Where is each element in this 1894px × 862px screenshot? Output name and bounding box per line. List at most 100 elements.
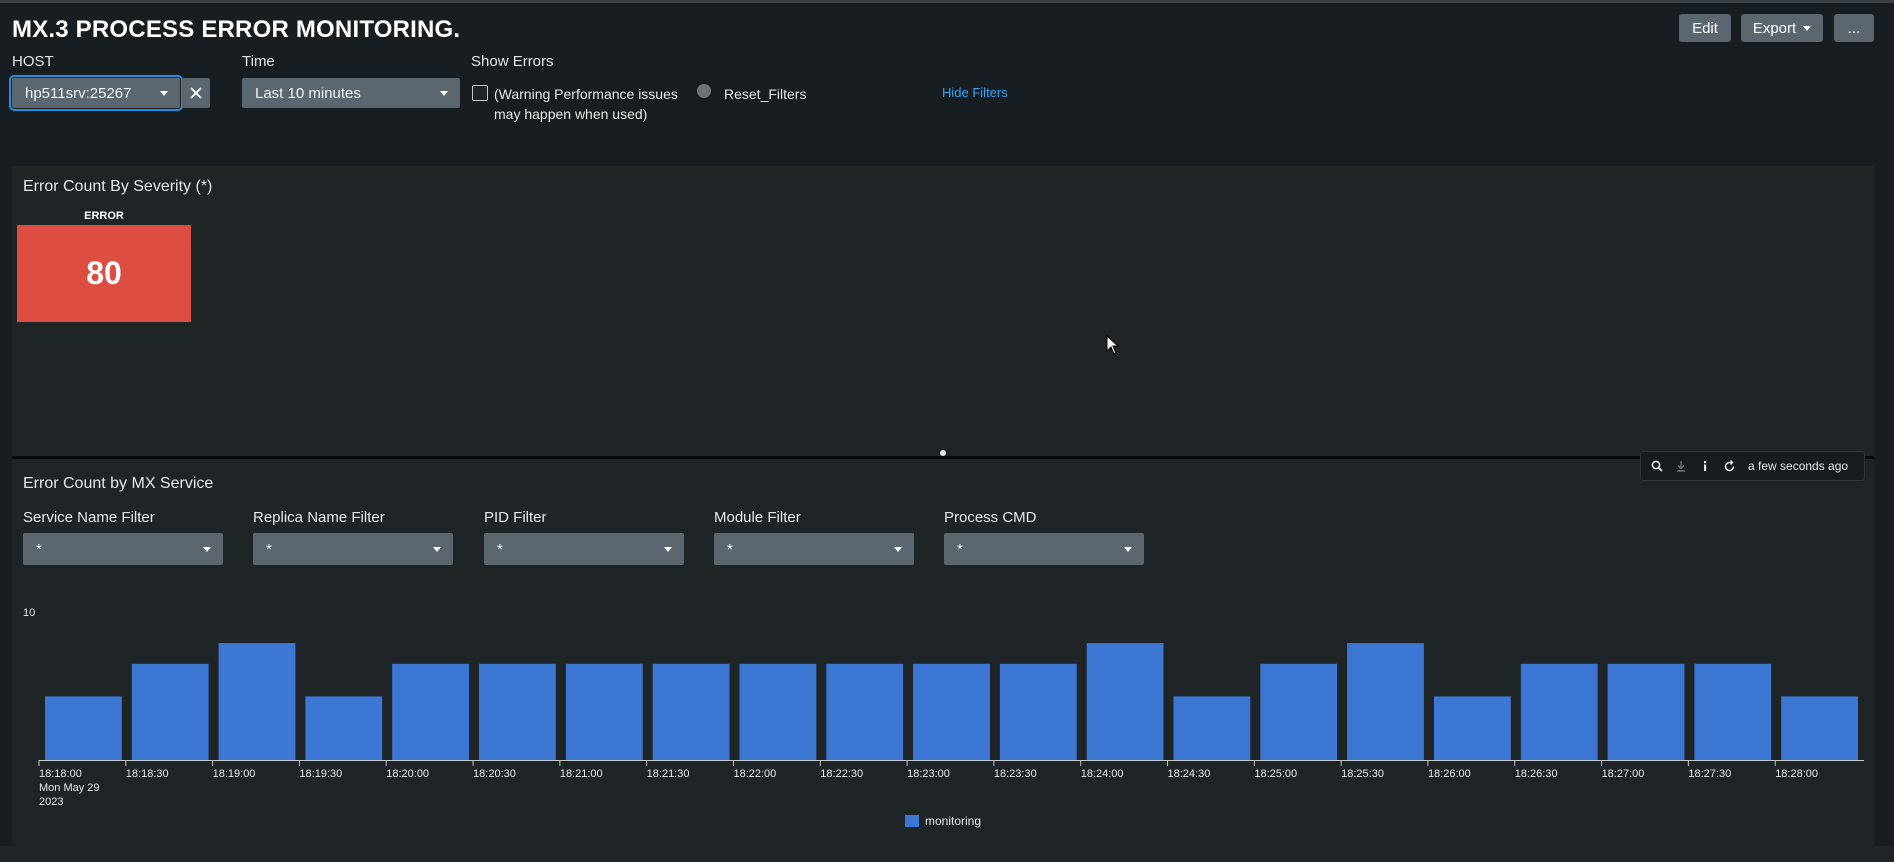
- chart-bar[interactable]: [1260, 663, 1338, 760]
- chart-bar[interactable]: [45, 696, 122, 760]
- chart-bar[interactable]: [1086, 643, 1164, 760]
- host-filter-label: HOST: [12, 53, 54, 70]
- replica-name-filter-dropdown[interactable]: *: [253, 533, 453, 565]
- edit-button[interactable]: Edit: [1679, 14, 1731, 42]
- chart-bar[interactable]: [739, 663, 817, 760]
- x-tick-label: 18:19:00: [213, 768, 256, 780]
- export-button-label: Export: [1752, 19, 1797, 37]
- module-filter-label: Module Filter: [714, 509, 801, 526]
- top-border: [0, 0, 1894, 3]
- host-clear-button[interactable]: [182, 78, 210, 108]
- severity-count-tile[interactable]: 80: [17, 225, 191, 322]
- chart-bar[interactable]: [1607, 663, 1685, 760]
- pid-filter-label: PID Filter: [484, 509, 547, 526]
- x-tick-label: 18:19:30: [299, 768, 342, 780]
- x-tick-label: 18:21:00: [560, 768, 603, 780]
- show-errors-option-text: (Warning Performance issues may happen w…: [494, 84, 678, 124]
- show-errors-label: Show Errors: [471, 53, 554, 70]
- x-tick-label: 18:27:00: [1602, 768, 1645, 780]
- show-errors-checkbox[interactable]: [472, 85, 488, 101]
- chart-bar[interactable]: [392, 663, 469, 760]
- chart-bar[interactable]: [1694, 663, 1772, 760]
- chart-bar[interactable]: [131, 663, 209, 760]
- replica-name-filter-label: Replica Name Filter: [253, 509, 385, 526]
- process-cmd-filter-label: Process CMD: [944, 509, 1037, 526]
- pid-filter-dropdown[interactable]: *: [484, 533, 684, 565]
- caret-down-icon: [1803, 25, 1812, 31]
- x-tick-label: 18:27:30: [1688, 768, 1731, 780]
- process-cmd-filter-value: *: [957, 540, 963, 558]
- x-tick-label: 18:26:30: [1515, 768, 1558, 780]
- x-tick-label: 18:25:30: [1341, 768, 1384, 780]
- chart-bar[interactable]: [999, 663, 1077, 760]
- last-refresh-timestamp: a few seconds ago: [1748, 459, 1849, 473]
- x-tick-label: 18:24:30: [1168, 768, 1211, 780]
- caret-down-icon: [440, 91, 448, 96]
- show-errors-option-line1: (Warning Performance issues: [494, 86, 678, 102]
- host-dropdown[interactable]: hp511srv:25267: [9, 75, 183, 111]
- caret-down-icon: [203, 547, 211, 552]
- x-tick-label: 18:24:00: [1081, 768, 1124, 780]
- info-icon[interactable]: [1699, 460, 1711, 472]
- chart-bar[interactable]: [913, 663, 990, 760]
- time-dropdown-value: Last 10 minutes: [255, 84, 361, 102]
- replica-name-filter-value: *: [266, 540, 272, 558]
- hide-filters-link[interactable]: Hide Filters: [942, 85, 1008, 100]
- chart-bar[interactable]: [565, 663, 643, 760]
- panel-toolbar: a few seconds ago: [1640, 451, 1865, 481]
- x-tick-label: 18:18:30: [126, 768, 169, 780]
- chart-bar[interactable]: [826, 663, 904, 760]
- reset-filters-label: Reset_Filters: [724, 86, 807, 102]
- process-cmd-filter-dropdown[interactable]: *: [944, 533, 1144, 565]
- chart-bar[interactable]: [1781, 696, 1858, 760]
- resize-handle[interactable]: [940, 450, 946, 456]
- chart-bar[interactable]: [1434, 696, 1511, 760]
- severity-name-label: ERROR: [84, 210, 124, 222]
- download-icon[interactable]: [1675, 460, 1687, 472]
- legend-label[interactable]: monitoring: [925, 814, 981, 828]
- pid-filter-value: *: [497, 540, 503, 558]
- service-name-filter-dropdown[interactable]: *: [23, 533, 223, 565]
- error-count-bar-chart: 10 18:18:00 18:18:30 18:19:00 18:19:30 18:20:…: [23, 607, 1864, 828]
- x-tick-label: 18:23:30: [994, 768, 1037, 780]
- x-tick-label: 18:22:30: [820, 768, 863, 780]
- service-panel-title: Error Count by MX Service: [23, 475, 214, 492]
- time-dropdown[interactable]: Last 10 minutes: [242, 78, 460, 108]
- refresh-icon[interactable]: [1723, 459, 1736, 473]
- severity-panel-title: Error Count By Severity (*): [23, 178, 213, 195]
- x-tick-label: 18:28:00: [1775, 768, 1818, 780]
- x-tick-label: 18:21:30: [647, 768, 690, 780]
- x-tick-label: 18:20:30: [473, 768, 516, 780]
- x-tick-date-line1: Mon May 29: [39, 782, 100, 794]
- y-tick-label: 10: [23, 607, 35, 619]
- service-name-filter-value: *: [36, 540, 42, 558]
- x-tick-label: 18:23:00: [907, 768, 950, 780]
- chart-bar[interactable]: [479, 663, 556, 760]
- chart-bar[interactable]: [218, 643, 296, 760]
- edit-button-label: Edit: [1692, 19, 1718, 37]
- chart-bar[interactable]: [652, 663, 730, 760]
- search-icon[interactable]: [1651, 460, 1663, 472]
- more-actions-button[interactable]: ...: [1834, 14, 1874, 42]
- page-title: MX.3 PROCESS ERROR MONITORING.: [12, 16, 461, 43]
- x-tick-label: 18:25:00: [1254, 768, 1297, 780]
- x-tick-label: 18:22:00: [733, 768, 776, 780]
- x-tick-date-line2: 2023: [39, 796, 63, 808]
- more-actions-label: ...: [1847, 19, 1861, 37]
- caret-down-icon: [160, 91, 168, 96]
- module-filter-dropdown[interactable]: *: [714, 533, 914, 565]
- export-button[interactable]: Export: [1741, 14, 1823, 42]
- show-errors-option-line2: may happen when used): [494, 106, 648, 122]
- chart-bar[interactable]: [305, 696, 383, 760]
- host-dropdown-value: hp511srv:25267: [25, 84, 132, 102]
- legend-swatch: [905, 815, 919, 827]
- reset-filters-radio[interactable]: [697, 84, 711, 98]
- chart-bar[interactable]: [1520, 663, 1598, 760]
- module-filter-value: *: [727, 540, 733, 558]
- caret-down-icon: [664, 547, 672, 552]
- time-filter-label: Time: [242, 53, 275, 70]
- chart-bar[interactable]: [1173, 696, 1251, 760]
- close-icon: [190, 87, 202, 99]
- next-panel-edge: [0, 846, 1894, 862]
- chart-bar[interactable]: [1347, 643, 1424, 760]
